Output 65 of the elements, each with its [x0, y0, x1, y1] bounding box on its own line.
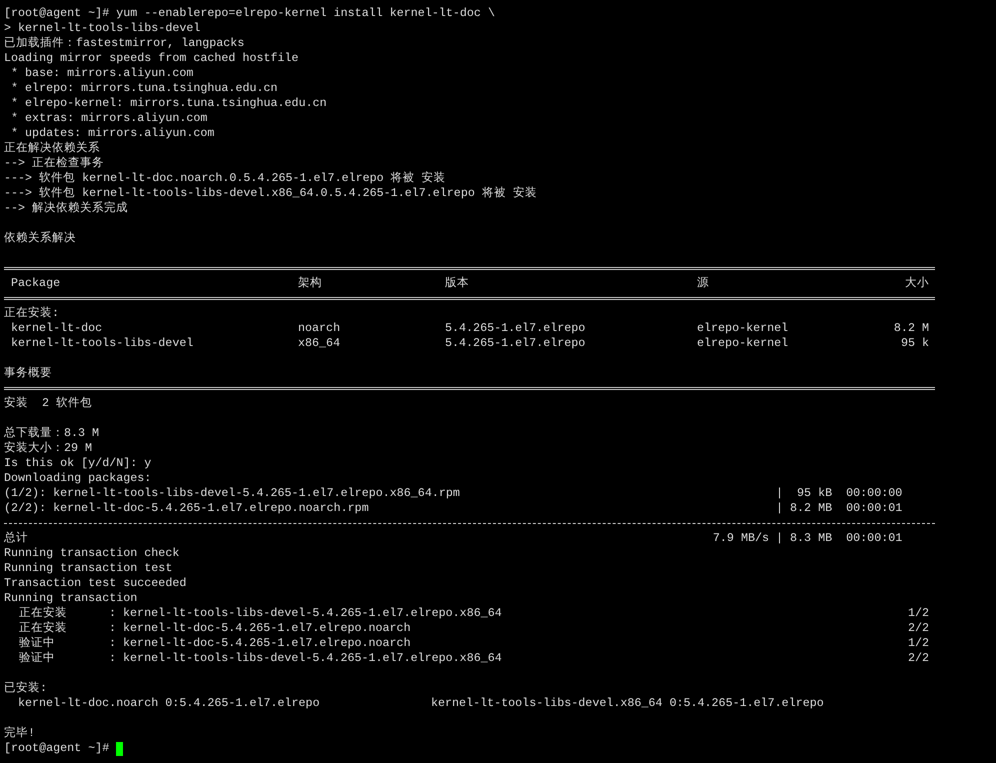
terminal-line: 已安装:: [4, 681, 48, 695]
installed-package: kernel-lt-doc.noarch 0:5.4.265-1.el7.elrepo: [18, 696, 321, 711]
terminal-line: [root@agent ~]# yum --enablerepo=elrepo-kernel install kernel-lt-doc \: [4, 6, 495, 20]
terminal-line: 安装大小：29 M: [4, 441, 92, 455]
step-package: : kernel-lt-doc-5.4.265-1.el7.elrepo.noarch: [109, 621, 412, 636]
column-header: 大小: [905, 276, 929, 291]
installed-package: kernel-lt-tools-libs-devel.x86_64 0:5.4.265-1.el7.elrepo: [431, 696, 825, 711]
table-cell-text: kernel-lt-doc: [11, 321, 104, 336]
table-cell-text: noarch: [298, 321, 342, 336]
step-count: 1/2: [908, 636, 929, 651]
terminal-line: Running transaction test: [4, 561, 172, 575]
step-count: 1/2: [908, 606, 929, 621]
terminal-line: * extras: mirrors.aliyun.com: [10, 111, 208, 125]
terminal-line: --> 正在检查事务: [4, 156, 104, 170]
step-label: 验证中: [19, 636, 56, 651]
table-cell-text: x86_64: [298, 336, 342, 351]
terminal-line: Loading mirror speeds from cached hostfile: [4, 51, 299, 65]
terminal-line: 总计: [4, 531, 29, 546]
terminal-line: Running transaction check: [4, 546, 180, 560]
table-cell-text: elrepo-kernel: [697, 321, 790, 336]
terminal-line: 总下载量：8.3 M: [4, 426, 100, 440]
column-header: 版本: [445, 276, 470, 291]
step-package: : kernel-lt-tools-libs-devel-5.4.265-1.el7.elrepo.x86_64: [109, 651, 503, 666]
terminal-line: ---> 软件包 kernel-lt-tools-libs-devel.x86_64.0.5.4.265-1.el7.elrepo 将被 安装: [4, 186, 537, 200]
terminal-line: Is this ok [y/d/N]: y: [4, 456, 152, 470]
step-label: 正在安装: [19, 606, 68, 621]
terminal-line: * updates: mirrors.aliyun.com: [10, 126, 214, 140]
terminal-line: Running transaction: [4, 591, 138, 605]
table-cell-text: elrepo-kernel: [697, 336, 790, 351]
terminal-line: Downloading packages:: [4, 471, 152, 485]
terminal-line: ---> 软件包 kernel-lt-doc.noarch.0.5.4.265-1.el7.elrepo 将被 安装: [4, 171, 446, 185]
step-count: 2/2: [908, 651, 929, 666]
step-package: : kernel-lt-tools-libs-devel-5.4.265-1.el7.elrepo.x86_64: [109, 606, 503, 621]
table-cell-text: 5.4.265-1.el7.elrepo: [445, 336, 586, 351]
table-cell-text: kernel-lt-tools-libs-devel: [11, 336, 194, 351]
table-cell: 8.2 M: [894, 321, 929, 336]
table-cell-text: 5.4.265-1.el7.elrepo: [445, 321, 586, 336]
step-label: 正在安装: [19, 621, 68, 636]
terminal-line: (2/2): kernel-lt-doc-5.4.265-1.el7.elrepo.noarch.rpm: [4, 501, 370, 516]
terminal-line: 安装 2 软件包: [4, 396, 92, 410]
table-cell: 95 k: [900, 336, 929, 351]
terminal-line: 完毕!: [4, 726, 36, 740]
terminal-line: (1/2): kernel-lt-tools-libs-devel-5.4.265-1.el7.elrepo.x86_64.rpm: [4, 486, 461, 501]
terminal-line: Transaction test succeeded: [4, 576, 186, 590]
terminal-line: --> 解决依赖关系完成: [4, 201, 128, 215]
download-stats: | 8.2 MB 00:00:01: [776, 501, 904, 516]
download-stats: | 95 kB 00:00:00: [776, 486, 904, 501]
terminal-line: 正在解决依赖关系: [4, 141, 100, 155]
download-rate: 7.9 MB/s: [712, 531, 770, 546]
column-header: Package: [11, 276, 62, 291]
download-stats: | 8.3 MB 00:00:01: [776, 531, 904, 546]
terminal-line: > kernel-lt-tools-libs-devel: [4, 21, 200, 35]
step-label: 验证中: [19, 651, 56, 666]
step-count: 2/2: [908, 621, 929, 636]
column-header: 源: [697, 276, 710, 291]
terminal-line: * elrepo-kernel: mirrors.tuna.tsinghua.edu.cn: [10, 96, 327, 110]
terminal-line: * base: mirrors.aliyun.com: [10, 66, 194, 80]
terminal-line: 依赖关系解决: [4, 231, 76, 245]
terminal-line: 事务概要: [4, 366, 52, 380]
step-package: : kernel-lt-doc-5.4.265-1.el7.elrepo.noarch: [109, 636, 412, 651]
terminal-line: 已加载插件：fastestmirror, langpacks: [4, 36, 244, 50]
terminal-line: * elrepo: mirrors.tuna.tsinghua.edu.cn: [10, 81, 278, 95]
terminal-line: 正在安装:: [4, 306, 60, 320]
column-header: 架构: [298, 276, 323, 291]
shell-prompt: [root@agent ~]#: [4, 741, 110, 756]
